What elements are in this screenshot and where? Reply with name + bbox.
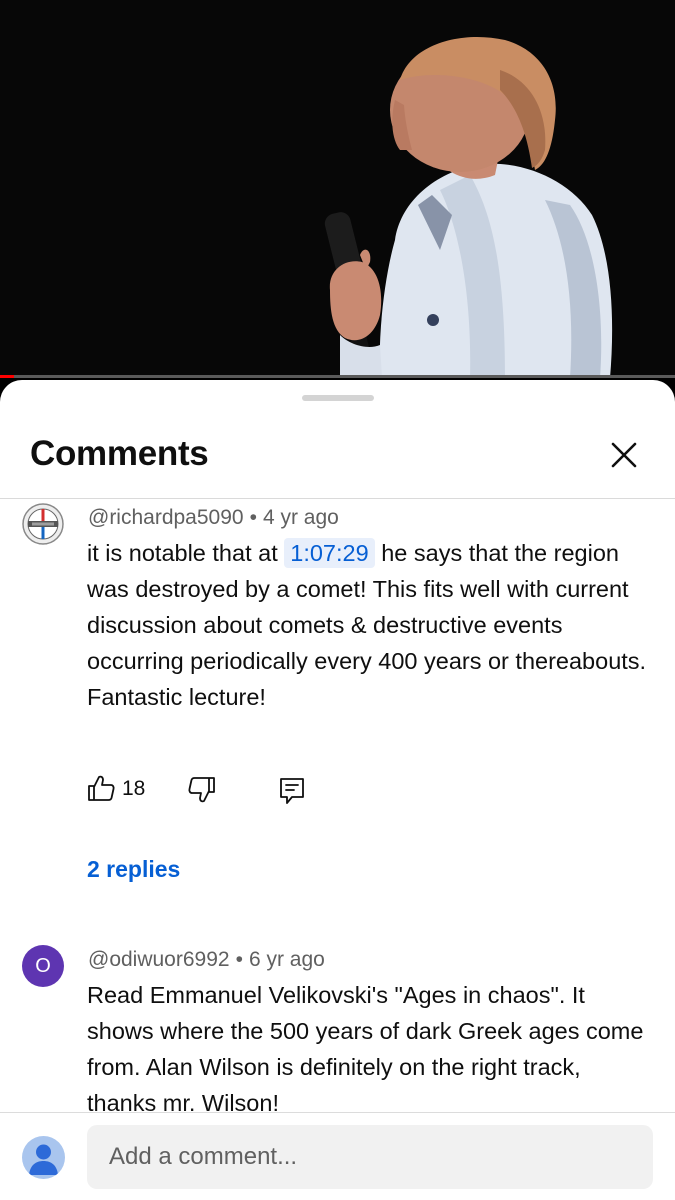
video-progress-bar[interactable] bbox=[0, 375, 675, 378]
like-button[interactable] bbox=[87, 774, 115, 802]
comment-actions: 18 bbox=[87, 774, 327, 808]
dislike-button[interactable] bbox=[188, 776, 216, 804]
channel-logo-icon bbox=[22, 503, 64, 545]
meta-separator: • bbox=[249, 506, 257, 529]
comment-text-before: it is notable that at bbox=[87, 540, 278, 566]
comment-text: Read Emmanuel Velikovski's "Ages in chao… bbox=[87, 982, 644, 1116]
header-divider bbox=[0, 498, 675, 499]
comments-sheet: Comments @richardpa5090 • 4 yr ago it is n… bbox=[0, 380, 675, 1200]
view-replies-button[interactable]: 2 replies bbox=[87, 856, 180, 883]
comments-title: Comments bbox=[30, 434, 209, 473]
person-icon bbox=[29, 1144, 58, 1175]
comment-author[interactable]: @richardpa5090 bbox=[88, 506, 244, 529]
video-progress-fill bbox=[0, 375, 14, 378]
comment-author[interactable]: @odiwuor6992 bbox=[88, 948, 230, 971]
author-avatar[interactable] bbox=[22, 503, 64, 545]
timestamp-link[interactable]: 1:07:29 bbox=[284, 538, 375, 568]
meta-separator: • bbox=[235, 948, 243, 971]
comment-text: it is notable that at 1:07:29 he says th… bbox=[87, 535, 647, 715]
drag-handle[interactable] bbox=[302, 395, 374, 401]
comment-age: 4 yr ago bbox=[262, 506, 339, 529]
avatar-letter: O bbox=[35, 954, 51, 977]
thumbs-down-icon bbox=[188, 777, 215, 803]
thumbs-up-icon bbox=[88, 775, 115, 801]
comment-composer bbox=[0, 1112, 675, 1200]
close-button[interactable] bbox=[605, 436, 643, 474]
comment-meta: @richardpa5090 • 4 yr ago bbox=[88, 506, 339, 530]
comment-meta: @odiwuor6992 • 6 yr ago bbox=[88, 948, 325, 972]
user-avatar[interactable] bbox=[22, 1136, 65, 1179]
author-avatar[interactable]: O bbox=[22, 945, 64, 987]
reply-comment-icon bbox=[280, 778, 304, 804]
like-count: 18 bbox=[122, 777, 146, 800]
video-player[interactable] bbox=[0, 0, 675, 378]
reply-button[interactable] bbox=[278, 776, 306, 804]
add-comment-input[interactable] bbox=[87, 1125, 653, 1189]
comment-age: 6 yr ago bbox=[248, 948, 325, 971]
video-frame bbox=[0, 0, 675, 378]
close-icon bbox=[611, 442, 637, 468]
